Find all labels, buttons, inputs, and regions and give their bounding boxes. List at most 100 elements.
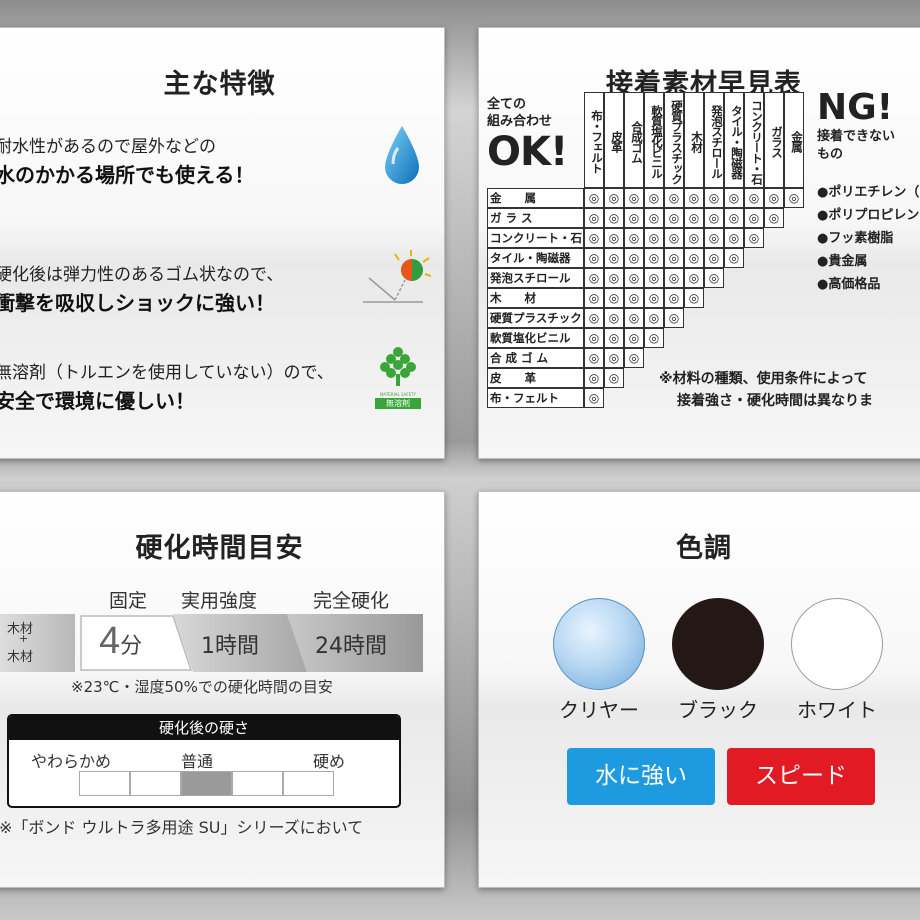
compatibility-cell: ◎ bbox=[644, 208, 664, 228]
compatibility-cell: ◎ bbox=[584, 208, 604, 228]
column-header: 木材 bbox=[684, 92, 704, 188]
feature-line1: 無溶剤（トルエンを使用していない）ので、 bbox=[0, 363, 334, 383]
compatibility-cell: ◎ bbox=[704, 248, 724, 268]
feature-line1: 硬化後は弾力性のあるゴム状なので、 bbox=[0, 265, 284, 285]
compatibility-cell: ◎ bbox=[604, 368, 624, 388]
compatibility-cell: ◎ bbox=[604, 288, 624, 308]
swatch-label: クリヤー bbox=[559, 698, 639, 722]
strength-time: 1時間 bbox=[201, 634, 259, 659]
speed-button[interactable]: スピード bbox=[727, 748, 875, 805]
compatibility-cell: ◎ bbox=[584, 268, 604, 288]
compatibility-cell: ◎ bbox=[584, 228, 604, 248]
compatibility-cell: ◎ bbox=[604, 248, 624, 268]
compatibility-cell: ◎ bbox=[684, 188, 704, 208]
column-header: コンクリート・石 bbox=[744, 92, 764, 188]
compatibility-cell: ◎ bbox=[644, 288, 664, 308]
swatch-clear bbox=[553, 598, 645, 690]
hardness-segment bbox=[232, 771, 283, 796]
cure-steps: 木材 + 木材 4分 1時間 24時間 bbox=[0, 614, 425, 672]
feature-item-impact: 硬化後は弾力性のあるゴム状なので、 衝撃を吸収しショックに強い！ bbox=[0, 260, 283, 316]
water-resistant-button[interactable]: 水に強い bbox=[567, 748, 715, 805]
compatibility-cell: ◎ bbox=[624, 328, 644, 348]
compatibility-cell: ◎ bbox=[704, 228, 724, 248]
column-header: 金属 bbox=[784, 92, 804, 188]
table-note-line1: ※材料の種類、使用条件によって bbox=[659, 371, 868, 387]
compatibility-cell: ◎ bbox=[684, 268, 704, 288]
hardness-soft-label: やわらかめ bbox=[31, 752, 112, 771]
ng-item: ●ポリエチレン（ bbox=[817, 185, 920, 200]
swatch-label: ホワイト bbox=[797, 698, 877, 722]
feature-item-safety: 無溶剤（トルエンを使用していない）ので、 安全で環境に優しい！ bbox=[0, 358, 334, 414]
material-plus: + bbox=[19, 632, 29, 645]
compatibility-cell: ◎ bbox=[644, 228, 664, 248]
compatibility-cell: ◎ bbox=[664, 288, 684, 308]
column-header: 硬質プラスチック bbox=[664, 92, 684, 188]
feature-item-water: 耐水性があるので屋外などの 水のかかる場所でも使える！ bbox=[0, 132, 254, 188]
compatibility-cell: ◎ bbox=[604, 188, 624, 208]
compatibility-cell: ◎ bbox=[744, 228, 764, 248]
compatibility-cell: ◎ bbox=[664, 228, 684, 248]
compatibility-cell: ◎ bbox=[664, 208, 684, 228]
compatibility-cell: ◎ bbox=[744, 208, 764, 228]
row-header: 軟質塩化ビニル bbox=[487, 328, 584, 348]
compatibility-cell: ◎ bbox=[764, 188, 784, 208]
row-header: タイル・陶磁器 bbox=[487, 248, 584, 268]
compatibility-cell: ◎ bbox=[704, 188, 724, 208]
compatibility-cell: ◎ bbox=[704, 268, 724, 288]
stage-label-strength: 実用強度 bbox=[181, 590, 258, 612]
compatibility-cell: ◎ bbox=[764, 208, 784, 228]
colors-panel: 色調 クリヤー ブラック ホワイト 水に強い スピード bbox=[478, 491, 920, 888]
hardness-normal-label: 普通 bbox=[181, 752, 214, 771]
swatch-black bbox=[672, 598, 764, 690]
ok-big: OK! bbox=[487, 129, 568, 175]
row-header: 金 属 bbox=[487, 188, 584, 208]
compatibility-cell: ◎ bbox=[684, 248, 704, 268]
compatibility-cell: ◎ bbox=[624, 308, 644, 328]
compatibility-cell: ◎ bbox=[684, 208, 704, 228]
colors-title: 色調 bbox=[676, 533, 732, 564]
row-header: 合 成 ゴ ム bbox=[487, 348, 584, 368]
ok-label: 全ての 組み合わせ OK! bbox=[487, 96, 579, 174]
compatibility-cell: ◎ bbox=[604, 348, 624, 368]
swatch-label: ブラック bbox=[678, 698, 758, 722]
ng-item: ●高価格品 bbox=[817, 277, 881, 292]
stage-label-full: 完全硬化 bbox=[313, 590, 390, 612]
compatibility-cell: ◎ bbox=[584, 308, 604, 328]
column-header: 皮革 bbox=[604, 92, 624, 188]
ng-line2: もの bbox=[817, 147, 844, 162]
row-header: 布・フェルト bbox=[487, 388, 584, 408]
ng-item: ●ポリプロピレン（ bbox=[817, 208, 920, 223]
row-header: ガ ラ ス bbox=[487, 208, 584, 228]
row-header: 皮 革 bbox=[487, 368, 584, 388]
column-header: 軟質塩化ビニル bbox=[644, 92, 664, 188]
compatibility-cell: ◎ bbox=[724, 228, 744, 248]
compatibility-cell: ◎ bbox=[584, 188, 604, 208]
compatibility-cell: ◎ bbox=[664, 248, 684, 268]
hardness-hard-label: 硬め bbox=[313, 752, 346, 771]
features-title: 主な特徴 bbox=[163, 69, 276, 100]
row-header: コンクリート・石 bbox=[487, 228, 584, 248]
column-header: 布・フェルト bbox=[584, 92, 604, 188]
ng-item: ●フッ素樹脂 bbox=[817, 231, 894, 246]
compatibility-cell: ◎ bbox=[684, 228, 704, 248]
table-note-line2: 接着強さ・硬化時間は異なりま bbox=[677, 393, 873, 409]
full-cure-time: 24時間 bbox=[315, 634, 387, 659]
compatibility-cell: ◎ bbox=[604, 268, 624, 288]
compatibility-cell: ◎ bbox=[784, 188, 804, 208]
compatibility-cell: ◎ bbox=[604, 228, 624, 248]
compatibility-cell: ◎ bbox=[644, 188, 664, 208]
ng-label: NG! 接着できない もの bbox=[817, 88, 895, 164]
column-header: タイル・陶磁器 bbox=[724, 92, 744, 188]
compatibility-cell: ◎ bbox=[584, 248, 604, 268]
compatibility-cell: ◎ bbox=[584, 368, 604, 388]
feature-line2: 衝撃を吸収しショックに強い！ bbox=[0, 291, 275, 315]
ng-line1: 接着できない bbox=[817, 129, 896, 144]
compatibility-cell: ◎ bbox=[624, 208, 644, 228]
cure-caption: ※23℃・湿度50%での硬化時間の目安 bbox=[71, 678, 333, 696]
compatibility-cell: ◎ bbox=[644, 328, 664, 348]
stage-label-fix: 固定 bbox=[109, 590, 148, 612]
hardness-segment bbox=[181, 771, 232, 796]
compatibility-cell: ◎ bbox=[664, 188, 684, 208]
tree-badge-icon: MATERIAL SAFETY 無溶剤 bbox=[375, 346, 421, 414]
hardness-segment bbox=[283, 771, 334, 796]
